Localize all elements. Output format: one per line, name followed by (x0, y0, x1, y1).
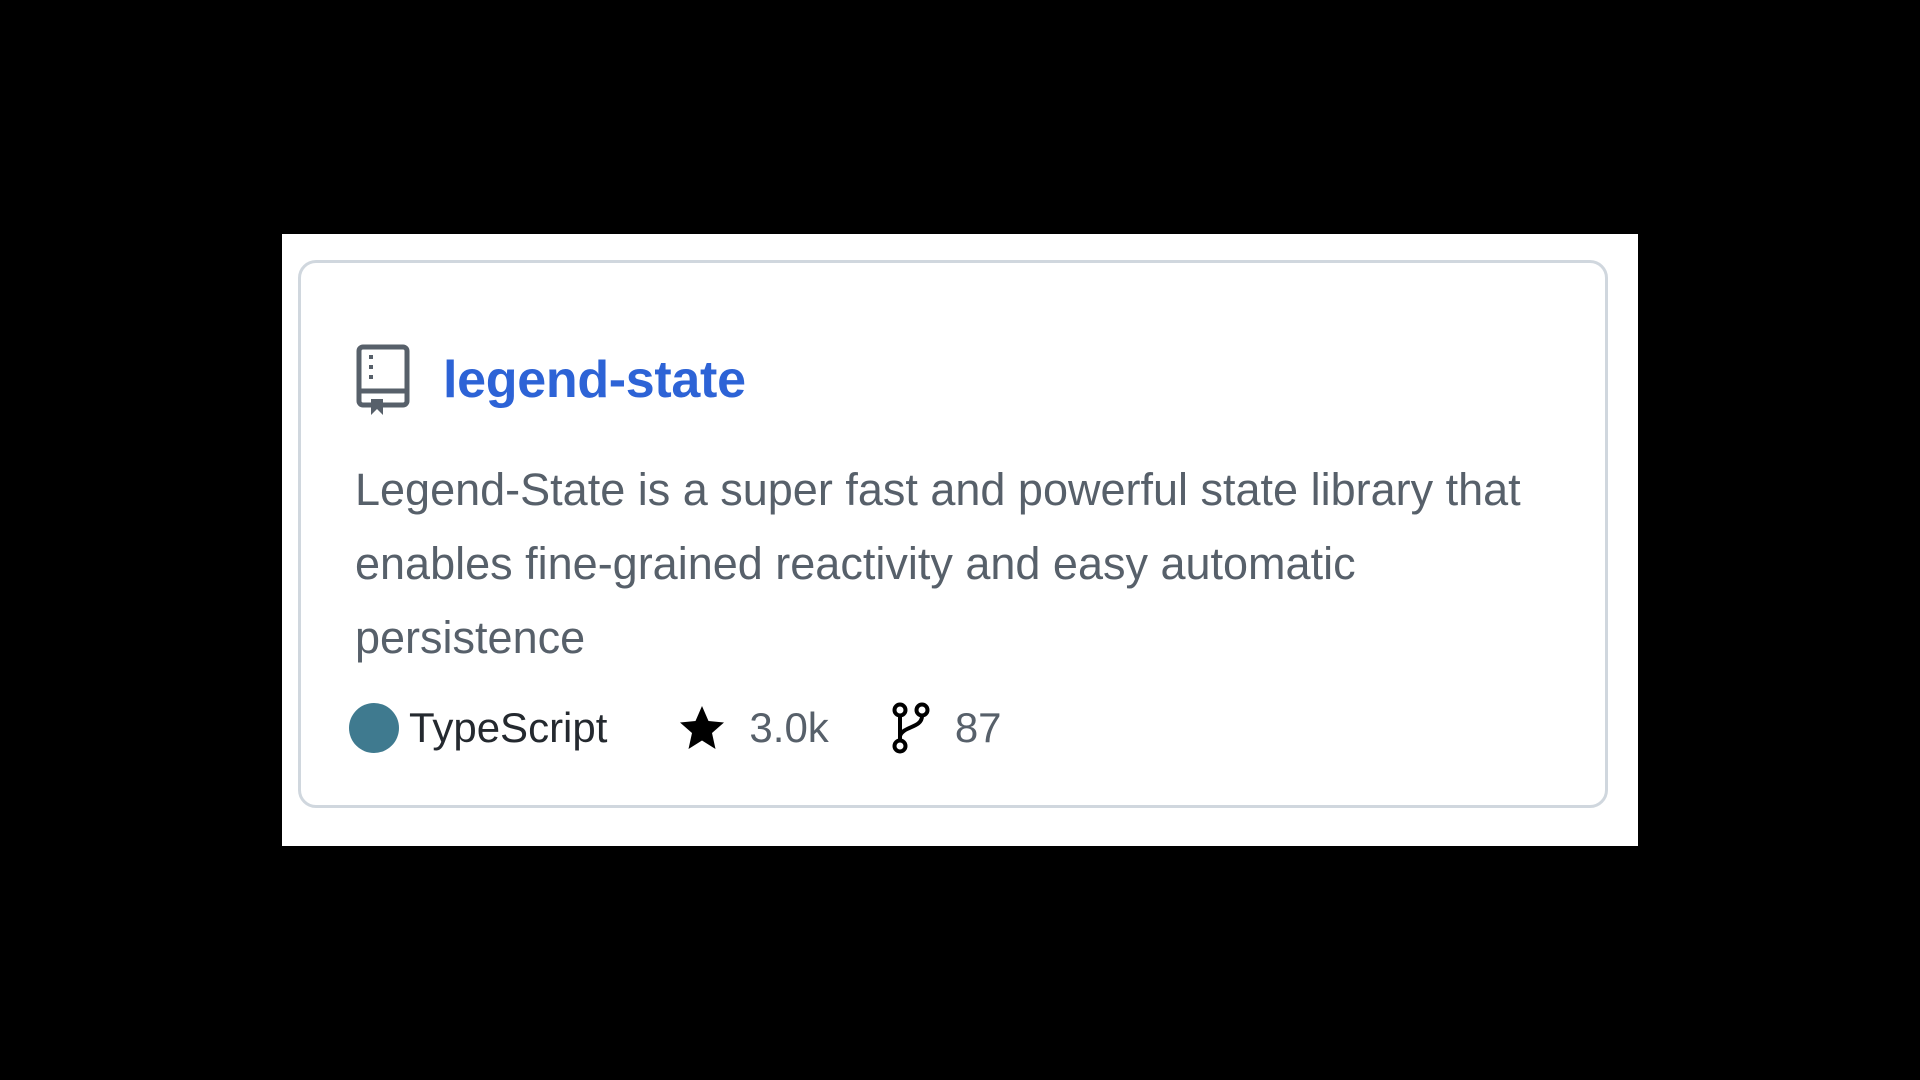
git-fork-icon (891, 702, 931, 754)
stars-link[interactable]: 3.0k (677, 703, 829, 753)
card-backdrop: legend-state Legend-State is a super fas… (282, 234, 1638, 846)
repo-card: legend-state Legend-State is a super fas… (298, 260, 1608, 808)
language-color-dot (349, 703, 399, 753)
fork-count: 87 (954, 704, 1002, 751)
star-icon (677, 703, 727, 753)
book-icon (355, 343, 411, 417)
repo-meta-row: TypeScript 3.0k 87 (349, 698, 1002, 758)
repo-name-link[interactable]: legend-state (443, 350, 746, 410)
forks-link[interactable]: 87 (891, 702, 1002, 754)
repo-description: Legend-State is a super fast and powerfu… (355, 464, 1521, 663)
repo-language: TypeScript (409, 704, 608, 751)
repo-title-row: legend-state (355, 343, 746, 417)
star-count: 3.0k (749, 704, 829, 751)
